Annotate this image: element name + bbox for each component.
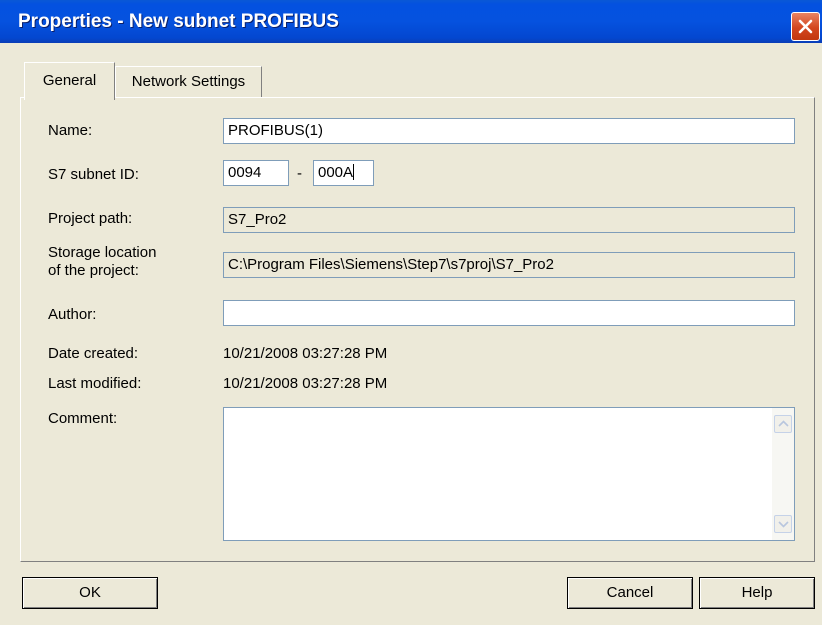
tab-general-label: General bbox=[42, 72, 97, 89]
author-label: Author: bbox=[48, 306, 97, 323]
name-label: Name: bbox=[48, 122, 93, 139]
subnet-id-separator: - bbox=[297, 165, 302, 182]
help-button[interactable]: Help bbox=[699, 577, 815, 609]
ok-button[interactable]: OK bbox=[22, 577, 158, 609]
cancel-button[interactable]: Cancel bbox=[567, 577, 693, 609]
comment-label: Comment: bbox=[48, 410, 118, 427]
project-path-label: Project path: bbox=[48, 210, 133, 227]
tab-general[interactable]: General bbox=[24, 62, 115, 100]
storage-location-label-line1: Storage location bbox=[48, 244, 157, 261]
title-bar[interactable]: Properties - New subnet PROFIBUS bbox=[0, 0, 822, 43]
scroll-up-arrow-icon bbox=[778, 420, 789, 427]
last-modified-value: 10/21/2008 03:27:28 PM bbox=[223, 375, 388, 392]
subnet-id-part2-input[interactable]: 000A bbox=[313, 160, 374, 186]
tab-network-settings-label: Network Settings bbox=[131, 73, 246, 90]
last-modified-label: Last modified: bbox=[48, 375, 142, 392]
author-input[interactable] bbox=[223, 300, 795, 326]
storage-location-field: C:\Program Files\Siemens\Step7\s7proj\S7… bbox=[223, 252, 795, 278]
tab-network-settings[interactable]: Network Settings bbox=[115, 66, 262, 97]
subnet-id-part1-input[interactable]: 0094 bbox=[223, 160, 289, 186]
project-path-field: S7_Pro2 bbox=[223, 207, 795, 233]
comment-textarea[interactable] bbox=[223, 407, 795, 541]
scroll-down-arrow-icon bbox=[778, 521, 789, 528]
subnet-id-label: S7 subnet ID: bbox=[48, 166, 139, 183]
scroll-down-button[interactable] bbox=[774, 515, 792, 533]
subnet-id-part2-value: 000A bbox=[318, 164, 354, 181]
text-caret bbox=[353, 164, 355, 180]
name-input[interactable]: PROFIBUS(1) bbox=[223, 118, 795, 144]
close-button[interactable] bbox=[791, 12, 820, 41]
scroll-up-button[interactable] bbox=[774, 415, 792, 433]
window-title: Properties - New subnet PROFIBUS bbox=[18, 11, 339, 32]
comment-scrollbar[interactable] bbox=[772, 408, 794, 540]
close-icon bbox=[798, 19, 813, 34]
date-created-value: 10/21/2008 03:27:28 PM bbox=[223, 345, 388, 362]
storage-location-label-line2: of the project: bbox=[48, 262, 139, 279]
date-created-label: Date created: bbox=[48, 345, 139, 362]
